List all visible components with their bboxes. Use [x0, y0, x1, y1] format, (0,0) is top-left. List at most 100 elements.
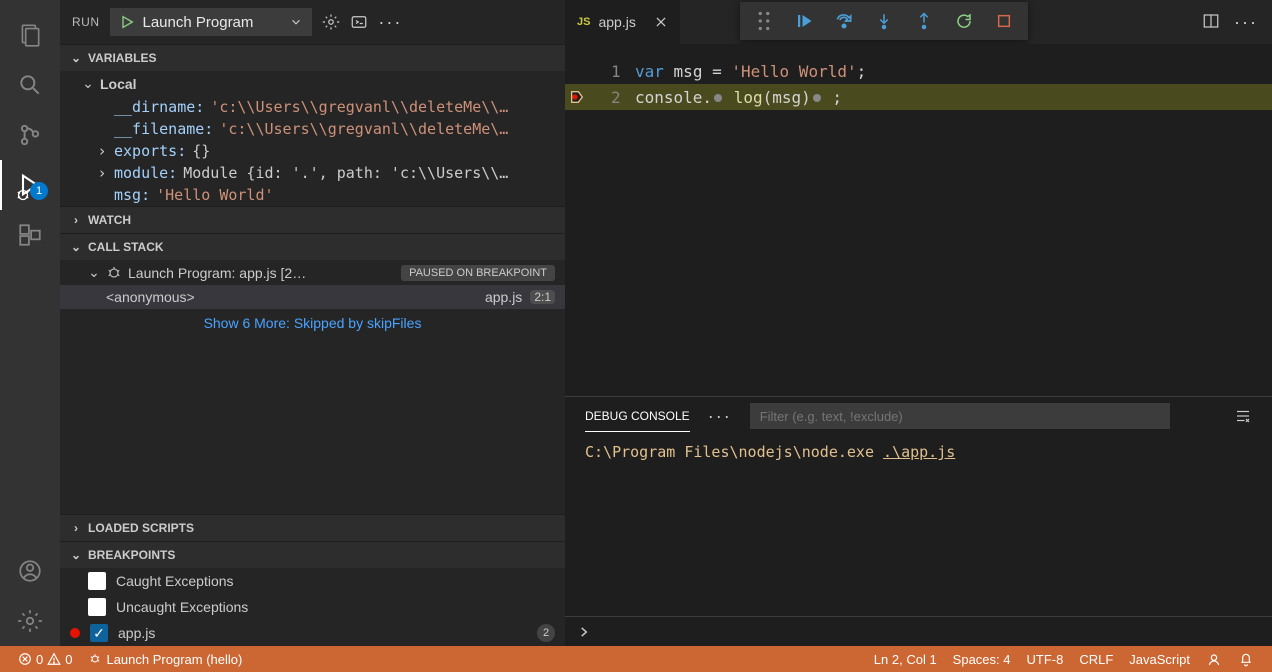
debug-badge: 1: [30, 182, 48, 200]
line-number: 2: [611, 88, 635, 107]
launch-config-select[interactable]: Launch Program: [110, 8, 313, 36]
feedback-icon[interactable]: [1198, 651, 1230, 667]
accounts-icon[interactable]: [0, 546, 60, 596]
watch-title: WATCH: [88, 213, 131, 227]
run-sidebar: RUN Launch Program ··· ⌄ VARIABLES ⌄ Loc…: [60, 0, 565, 646]
chevron-right-icon: ›: [96, 142, 108, 160]
console-link[interactable]: .\app.js: [883, 443, 955, 461]
status-eol[interactable]: CRLF: [1071, 651, 1121, 667]
source-control-icon[interactable]: [0, 110, 60, 160]
debug-console-icon[interactable]: [350, 13, 368, 31]
watch-header[interactable]: › WATCH: [60, 207, 565, 233]
editor-area: JS app.js ···: [565, 0, 1272, 646]
gear-icon[interactable]: [322, 13, 340, 31]
status-encoding[interactable]: UTF-8: [1019, 651, 1072, 667]
variable-name: __dirname:: [114, 98, 204, 116]
settings-gear-icon[interactable]: [0, 596, 60, 646]
chevron-down-icon[interactable]: [289, 15, 303, 29]
breakpoint-label: app.js: [118, 625, 155, 641]
grip-icon[interactable]: [746, 4, 782, 38]
variables-scope-local[interactable]: ⌄ Local: [60, 71, 565, 96]
file-name: app.js: [598, 14, 635, 30]
breakpoints-title: BREAKPOINTS: [88, 548, 175, 562]
local-label: Local: [100, 76, 137, 92]
variable-row[interactable]: __dirname: 'c:\\Users\\gregvanl\\deleteM…: [60, 96, 565, 118]
status-launch[interactable]: Launch Program (hello): [80, 652, 250, 667]
launch-config-name: Launch Program: [143, 14, 254, 31]
variable-value: 'c:\\Users\\gregvanl\\deleteMe\\…: [210, 98, 508, 116]
status-errors[interactable]: 0 0: [10, 652, 80, 667]
breakpoint-current-icon[interactable]: [569, 89, 585, 105]
run-debug-icon[interactable]: 1: [0, 160, 60, 210]
continue-button[interactable]: [786, 4, 822, 38]
step-over-button[interactable]: [826, 4, 862, 38]
variable-value: 'Hello World': [156, 186, 273, 204]
breakpoint-row[interactable]: Caught Exceptions: [60, 568, 565, 594]
frame-name: <anonymous>: [106, 289, 195, 305]
pause-state-badge: PAUSED ON BREAKPOINT: [401, 265, 555, 281]
debug-console-panel: DEBUG CONSOLE ··· C:\Program Files\nodej…: [565, 396, 1272, 646]
run-label: RUN: [72, 15, 100, 29]
filter-input[interactable]: [750, 403, 1170, 429]
variable-row[interactable]: msg: 'Hello World': [60, 184, 565, 206]
breakpoint-label: Uncaught Exceptions: [116, 599, 248, 615]
variable-row[interactable]: ›module: Module {id: '.', path: 'c:\\Use…: [60, 162, 565, 184]
editor-tab[interactable]: JS app.js: [565, 0, 680, 44]
close-icon[interactable]: [654, 15, 668, 29]
loaded-title: LOADED SCRIPTS: [88, 521, 194, 535]
more-icon[interactable]: ···: [378, 12, 402, 33]
callstack-show-more[interactable]: Show 6 More: Skipped by skipFiles: [60, 309, 565, 337]
run-header: RUN Launch Program ···: [60, 0, 565, 44]
chevron-right-icon: ›: [70, 213, 82, 227]
loaded-scripts-header[interactable]: › LOADED SCRIPTS: [60, 515, 565, 541]
chevron-right-icon: ›: [96, 164, 108, 182]
variables-header[interactable]: ⌄ VARIABLES: [60, 45, 565, 71]
checkbox[interactable]: ✓: [90, 624, 108, 642]
line-number: 1: [611, 62, 635, 81]
more-icon[interactable]: ···: [1234, 12, 1258, 33]
debug-console-tab[interactable]: DEBUG CONSOLE: [585, 401, 690, 432]
clear-console-icon[interactable]: [1234, 407, 1252, 425]
notifications-icon[interactable]: [1230, 651, 1262, 667]
status-cursor[interactable]: Ln 2, Col 1: [866, 651, 945, 667]
thread-label: Launch Program: app.js [2…: [128, 265, 306, 281]
frame-file: app.js: [485, 289, 522, 305]
split-editor-icon[interactable]: [1202, 12, 1220, 33]
status-spaces[interactable]: Spaces: 4: [945, 651, 1019, 667]
more-icon[interactable]: ···: [708, 406, 732, 427]
file-lang-icon: JS: [577, 16, 590, 28]
step-into-button[interactable]: [866, 4, 902, 38]
variables-title: VARIABLES: [88, 51, 156, 65]
restart-button[interactable]: [946, 4, 982, 38]
step-out-button[interactable]: [906, 4, 942, 38]
breakpoint-row[interactable]: ✓app.js2: [60, 620, 565, 646]
console-output: C:\Program Files\nodejs\node.exe .\app.j…: [565, 435, 1272, 616]
variable-row[interactable]: ›exports: {}: [60, 140, 565, 162]
explorer-icon[interactable]: [0, 10, 60, 60]
checkbox[interactable]: [88, 598, 106, 616]
chevron-down-icon: ⌄: [70, 51, 82, 65]
breakpoints-header[interactable]: ⌄ BREAKPOINTS: [60, 542, 565, 568]
callstack-header[interactable]: ⌄ CALL STACK: [60, 234, 565, 260]
status-lang[interactable]: JavaScript: [1121, 651, 1198, 667]
code-editor[interactable]: 1 var msg = 'Hello World'; 2 console. lo…: [565, 44, 1272, 396]
breakpoint-dot-icon: [70, 628, 80, 638]
chevron-down-icon: ⌄: [70, 240, 82, 254]
start-debug-icon[interactable]: [119, 14, 135, 30]
checkbox[interactable]: [88, 572, 106, 590]
extensions-icon[interactable]: [0, 210, 60, 260]
search-icon[interactable]: [0, 60, 60, 110]
stop-button[interactable]: [986, 4, 1022, 38]
loaded-scripts-section: › LOADED SCRIPTS: [60, 514, 565, 541]
watch-section: › WATCH: [60, 206, 565, 233]
activity-bar: 1: [0, 0, 60, 646]
console-repl-input[interactable]: [565, 616, 1272, 646]
breakpoint-row[interactable]: Uncaught Exceptions: [60, 594, 565, 620]
callstack-frame[interactable]: <anonymous> app.js 2:1: [60, 285, 565, 309]
variable-row[interactable]: __filename: 'c:\\Users\\gregvanl\\delete…: [60, 118, 565, 140]
chevron-down-icon: ⌄: [88, 264, 100, 281]
bug-icon: [106, 265, 122, 281]
code-line: console. log(msg) ;: [635, 88, 842, 107]
callstack-thread[interactable]: ⌄ Launch Program: app.js [2… PAUSED ON B…: [60, 260, 565, 285]
callstack-section: ⌄ CALL STACK ⌄ Launch Program: app.js [2…: [60, 233, 565, 337]
